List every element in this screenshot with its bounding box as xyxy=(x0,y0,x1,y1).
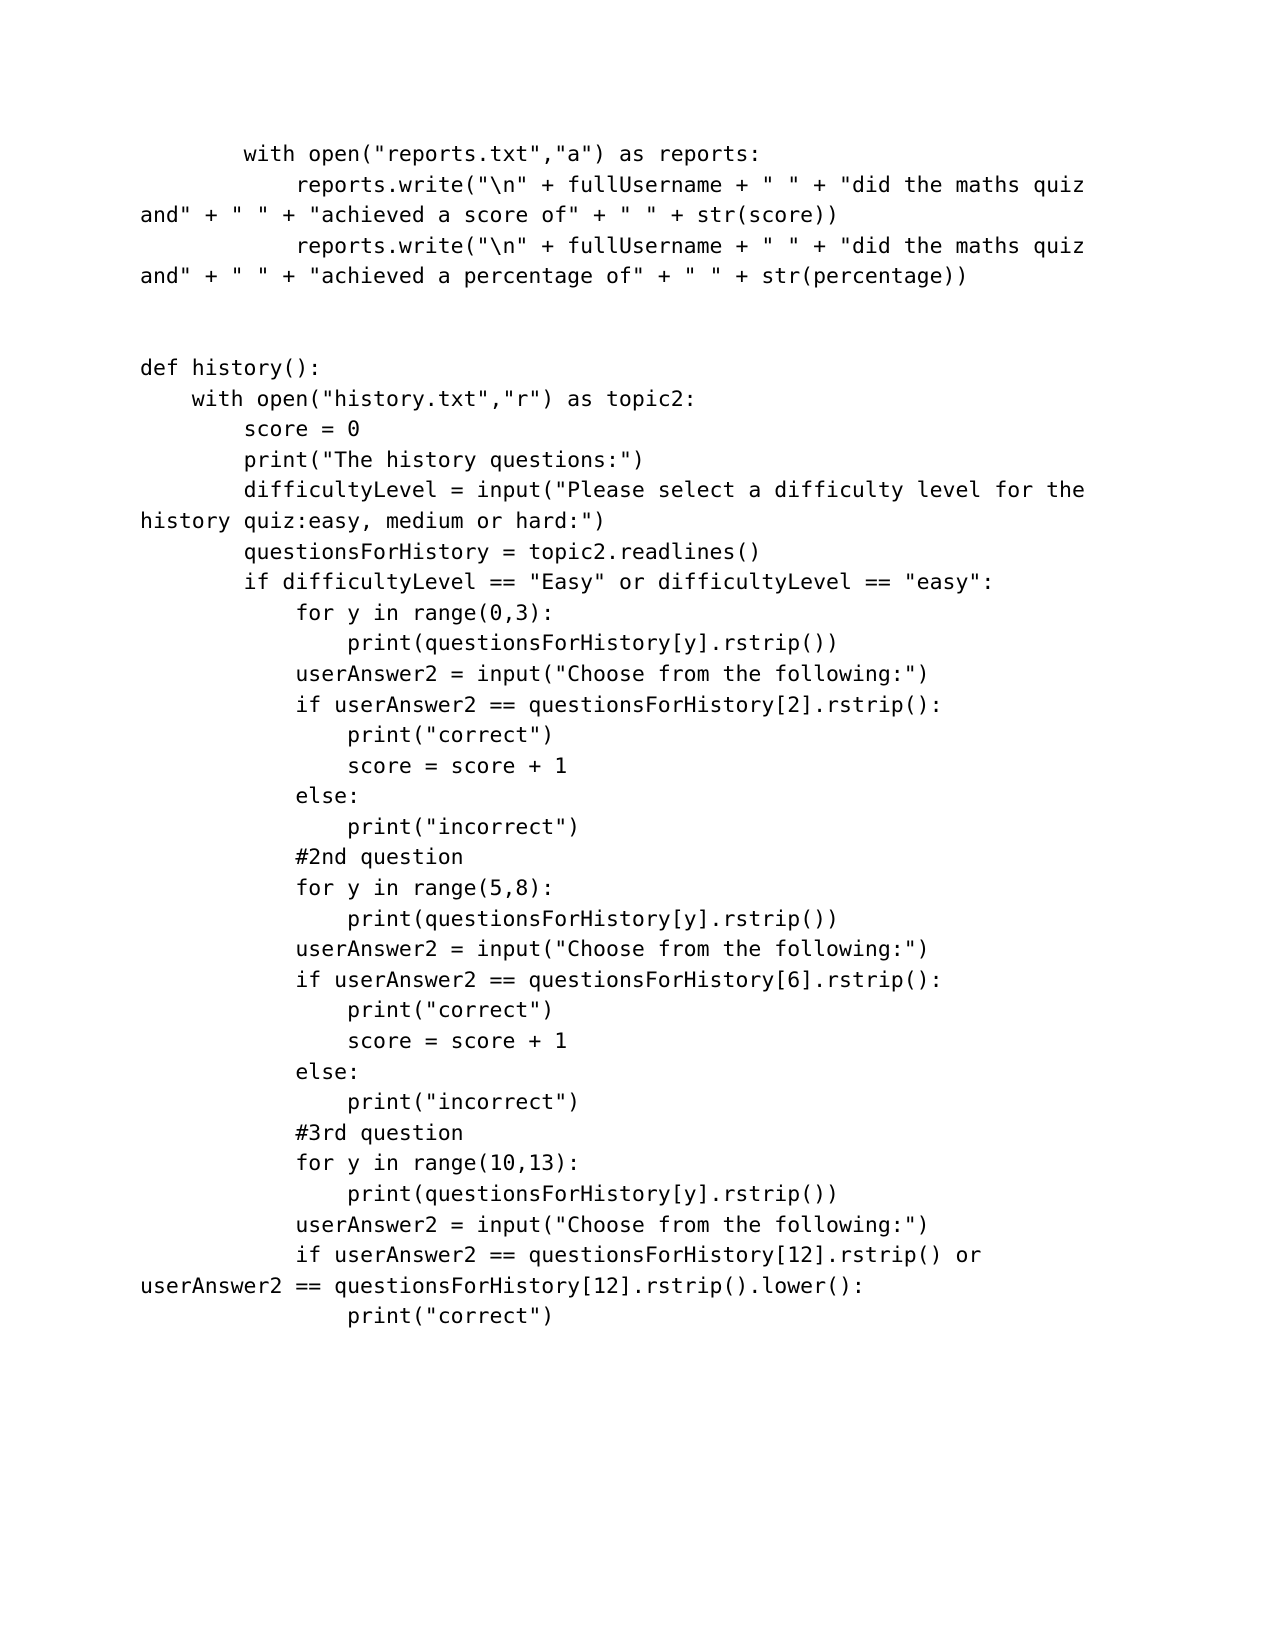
document-page: with open("reports.txt","a") as reports:… xyxy=(0,0,1275,1650)
code-block-history-function: def history(): with open("history.txt","… xyxy=(140,355,1085,1330)
block-separator-blank-lines xyxy=(140,293,1135,354)
code-block-reports-writing: with open("reports.txt","a") as reports:… xyxy=(140,142,1085,290)
